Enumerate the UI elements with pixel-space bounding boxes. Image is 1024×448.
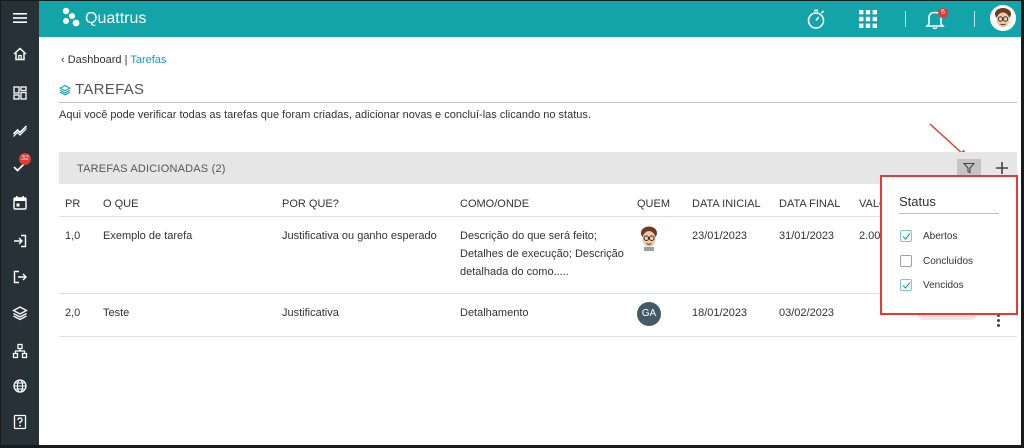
layers-icon[interactable]	[1, 298, 39, 328]
help-icon[interactable]	[1, 407, 39, 437]
cell-what: Exemplo de tarefa	[103, 230, 193, 242]
cell-pr: 2,0	[65, 307, 81, 319]
col-header-pr[interactable]: PR	[65, 198, 80, 210]
home-icon[interactable]	[1, 39, 39, 69]
col-header-how[interactable]: COMO/ONDE	[460, 198, 529, 210]
page-description: Aqui você pode verificar todas as tarefa…	[59, 109, 591, 121]
breadcrumb: ‹ Dashboard | Tarefas	[61, 54, 166, 66]
tasks-panel-header: TAREFAS ADICIONADAS (2)	[59, 152, 1017, 184]
status-filter-popup: Status Abertos Concluídos Vencidos	[880, 175, 1018, 315]
topbar-divider	[905, 11, 906, 27]
menu-icon[interactable]	[1, 3, 39, 33]
col-header-what[interactable]: O QUE	[103, 198, 138, 210]
panel-title: TAREFAS ADICIONADAS (2)	[77, 163, 226, 175]
chevron-left-icon: ‹	[61, 54, 65, 66]
org-chart-icon[interactable]	[1, 336, 39, 366]
cell-start-date: 23/01/2023	[692, 230, 748, 242]
cell-why: Justificativa	[282, 307, 339, 319]
filter-option-label[interactable]: Abertos	[923, 231, 957, 242]
indicators-icon[interactable]	[1, 115, 39, 145]
page-title: TAREFAS	[75, 81, 145, 98]
filter-icon	[963, 162, 975, 174]
cell-why: Justificativa ou ganho esperado	[282, 230, 437, 242]
sidebar: 32	[1, 1, 39, 445]
calendar-icon[interactable]	[1, 188, 39, 218]
row-divider	[59, 293, 1017, 294]
cell-pr: 1,0	[65, 230, 81, 242]
logout-icon[interactable]	[1, 262, 39, 292]
filter-option-label[interactable]: Vencidos	[923, 280, 964, 291]
col-header-end-date[interactable]: DATA FINAL	[779, 198, 840, 210]
row-menu-icon[interactable]	[997, 314, 1001, 328]
check-icon	[902, 232, 910, 240]
layers-icon	[59, 84, 71, 96]
globe-icon[interactable]	[1, 371, 39, 401]
title-divider	[59, 102, 1017, 103]
tasks-icon[interactable]: 32	[1, 151, 39, 181]
timer-icon[interactable]	[803, 6, 829, 32]
filter-option-label[interactable]: Concluídos	[923, 256, 973, 267]
apps-grid-icon[interactable]	[855, 6, 881, 32]
col-header-why[interactable]: POR QUE?	[282, 198, 339, 210]
assignee-avatar[interactable]: GA	[637, 302, 661, 326]
popup-divider	[899, 213, 999, 214]
checkbox-checked[interactable]	[900, 279, 912, 291]
filter-option-vencidos[interactable]: Vencidos	[900, 279, 964, 291]
filter-option-abertos[interactable]: Abertos	[900, 230, 957, 242]
cell-how: Descrição do que será feito; Detalhes de…	[460, 230, 624, 278]
notification-badge: 6	[938, 8, 948, 18]
assignee-avatar[interactable]	[637, 225, 661, 251]
plus-icon	[996, 162, 1008, 174]
checkbox-unchecked[interactable]	[900, 255, 912, 267]
filter-option-concluidos[interactable]: Concluídos	[900, 255, 973, 267]
tasks-badge: 32	[19, 153, 31, 165]
cell-how: Detalhamento	[460, 307, 529, 319]
cell-start-date: 18/01/2023	[692, 307, 748, 319]
header-divider	[59, 216, 1017, 217]
topbar-divider	[974, 11, 975, 27]
col-header-who[interactable]: QUEM	[637, 198, 670, 210]
dashboard-icon[interactable]	[1, 78, 39, 108]
breadcrumb-current[interactable]: Tarefas	[130, 54, 166, 66]
popup-title: Status	[899, 194, 936, 209]
brand-name[interactable]: Quattrus	[85, 10, 146, 28]
cell-end-date: 31/01/2023	[779, 230, 835, 242]
quattrus-logo-icon[interactable]	[59, 6, 83, 30]
page-heading: TAREFAS	[59, 81, 144, 98]
check-icon	[902, 281, 910, 289]
breadcrumb-dashboard[interactable]: Dashboard	[68, 54, 122, 66]
col-header-start-date[interactable]: DATA INICIAL	[692, 198, 761, 210]
checkbox-checked[interactable]	[900, 230, 912, 242]
cell-end-date: 03/02/2023	[779, 307, 835, 319]
login-icon[interactable]	[1, 226, 39, 256]
user-avatar[interactable]	[990, 5, 1016, 31]
row-divider	[59, 336, 1017, 337]
cell-what: Teste	[103, 307, 130, 319]
top-bar: Quattrus 6	[39, 1, 1021, 37]
breadcrumb-separator: |	[124, 54, 128, 66]
app-window: 32 Quattrus 6 ‹ Dashboard | Tarefas TARE…	[0, 0, 1022, 446]
